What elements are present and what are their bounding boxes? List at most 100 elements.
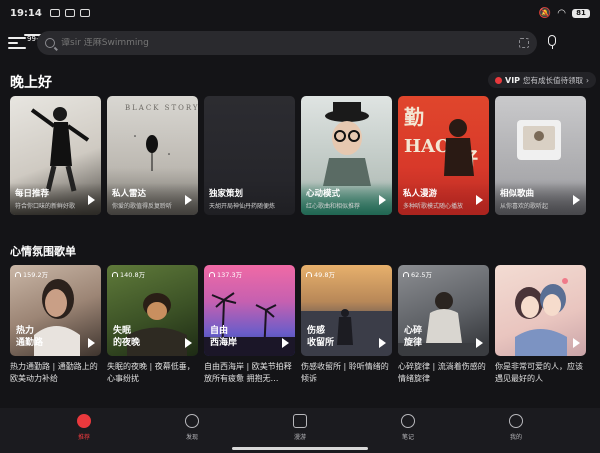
recommend-row: 每日推荐 符合你口味的新鲜好歌 BLACK STORY 私人雷达 你爱的歌值得反… xyxy=(10,96,600,215)
play-icon[interactable] xyxy=(88,338,95,348)
card-subtitle: 多种听歌模式随心播放 xyxy=(403,203,464,210)
search-icon xyxy=(45,38,55,48)
play-icon[interactable] xyxy=(379,338,386,348)
playlist-cover: 49.8万 伤感 收留所 xyxy=(301,265,392,356)
playlist-card[interactable]: 62.5万 心碎 旋律 心碎旋律 | 流淌着伤感的情绪旋律 xyxy=(398,265,489,385)
playlist-card[interactable]: 49.8万 伤感 收留所 伤感收留所 | 聆听情绪的倾诉 xyxy=(301,265,392,385)
play-count-value: 62.5万 xyxy=(411,271,432,279)
heartbeat-mode-card[interactable]: 心动模式 红心歌曲和相似推荐 xyxy=(301,96,392,215)
play-count: 140.8万 xyxy=(112,269,145,279)
play-icon[interactable] xyxy=(282,338,289,348)
card-subtitle: 天胡开局神仙丹药随便炼 xyxy=(209,203,276,210)
play-icon[interactable] xyxy=(573,338,580,348)
play-count-value: 140.8万 xyxy=(120,271,146,279)
status-notification-icons xyxy=(49,9,90,17)
headphones-icon xyxy=(15,271,21,277)
card-title: 独家策划 xyxy=(209,189,244,199)
status-bar: 19:14 🔕 ◠ 81 xyxy=(0,0,600,26)
play-count-value: 137.3万 xyxy=(217,271,243,279)
compass-icon xyxy=(185,414,199,428)
nav-label: 漫游 xyxy=(293,434,306,441)
scan-icon[interactable] xyxy=(519,38,529,48)
playlist-cover: 62.5万 心碎 旋律 xyxy=(398,265,489,356)
exclusive-curation-card[interactable]: 独家策划 天胡开局神仙丹药随便炼 xyxy=(204,96,295,215)
headphones-icon xyxy=(403,271,409,277)
card-title: 相似歌曲 xyxy=(500,189,535,199)
playlist-card[interactable]: 140.8万 失眠 的夜晚 失眠的夜晚 | 夜幕低垂，心事纷扰 xyxy=(107,265,198,385)
battery-level: 81 xyxy=(576,9,586,17)
vip-logo-icon xyxy=(495,76,502,84)
daily-recommend-card[interactable]: 每日推荐 符合你口味的新鲜好歌 xyxy=(10,96,101,215)
radio-icon xyxy=(293,414,307,428)
play-count-value: 159.2万 xyxy=(23,271,49,279)
menu-button[interactable]: 99+ xyxy=(8,34,45,52)
private-radar-card[interactable]: BLACK STORY 私人雷达 你爱的歌值得反复聆听 xyxy=(107,96,198,215)
card-subtitle: 从你喜欢的歌听起 xyxy=(500,203,549,210)
cover-label: 自由 西海岸 xyxy=(210,326,238,348)
play-count-value: 49.8万 xyxy=(314,271,335,279)
nav-notes[interactable]: 笔记 xyxy=(388,408,428,453)
playlist-description: 你是非常可爱的人，应该遇见最好的人 xyxy=(495,362,583,383)
play-icon[interactable] xyxy=(573,195,580,205)
status-time: 19:14 xyxy=(10,7,42,19)
nav-discover[interactable]: 发现 xyxy=(172,408,212,453)
top-bar: 99+ xyxy=(0,30,600,56)
netease-logo-icon xyxy=(77,414,91,428)
playlist-description: 失眠的夜晚 | 夜幕低垂，心事纷扰 xyxy=(107,362,195,383)
user-icon xyxy=(509,414,523,428)
nav-label: 发现 xyxy=(185,434,198,441)
mood-playlists-row: 159.2万 热力 通勤路 热力通勤路 | 通勤路上的欧美动力补给 140.8万… xyxy=(10,265,600,385)
play-count: 62.5万 xyxy=(403,269,432,279)
menu-icon-line xyxy=(8,37,26,39)
card-subtitle: 你爱的歌值得反复聆听 xyxy=(112,203,173,210)
mic-stem xyxy=(551,46,553,49)
vip-reward-chip[interactable]: VIP 您有成长值待领取 › xyxy=(488,72,597,88)
notification-icon xyxy=(64,9,75,17)
card-subtitle: 符合你口味的新鲜好歌 xyxy=(15,203,76,210)
mic-capsule xyxy=(548,35,556,46)
play-icon[interactable] xyxy=(185,195,192,205)
playlist-card[interactable]: 137.3万 自由 西海岸 自由西海岸 | 欧美节拍释放所有疲惫 拥抱无… xyxy=(204,265,295,385)
play-count: 49.8万 xyxy=(306,269,335,279)
playlist-card[interactable]: 你是非常可爱的人，应该遇见最好的人 xyxy=(495,265,586,385)
svg-text:BLACK STORY: BLACK STORY xyxy=(125,104,198,112)
search-input[interactable] xyxy=(61,38,519,48)
cover-label: 心碎 旋律 xyxy=(404,326,423,348)
svg-text:勤: 勤 xyxy=(404,105,424,129)
nav-mine[interactable]: 我的 xyxy=(496,408,536,453)
menu-icon-line xyxy=(8,47,26,49)
battery-icon: 81 xyxy=(572,8,590,18)
card-title: 私人漫游 xyxy=(403,189,438,199)
cover-label: 失眠 的夜晚 xyxy=(113,326,141,348)
play-icon[interactable] xyxy=(476,195,483,205)
playlist-description: 伤感收留所 | 聆听情绪的倾诉 xyxy=(301,362,389,383)
card-title: 每日推荐 xyxy=(15,189,50,199)
svg-text:HAO: HAO xyxy=(404,136,451,157)
playlist-card[interactable]: 159.2万 热力 通勤路 热力通勤路 | 通勤路上的欧美动力补给 xyxy=(10,265,101,385)
greeting-heading: 晚上好 xyxy=(10,75,52,91)
private-roaming-card[interactable]: 勤 HAO 好 私人漫游 多种听歌模式随心播放 xyxy=(398,96,489,215)
play-icon[interactable] xyxy=(379,195,386,205)
home-indicator[interactable] xyxy=(232,447,368,450)
play-icon[interactable] xyxy=(185,338,192,348)
mood-playlists-heading: 心情氛围歌单 xyxy=(10,245,76,258)
card-caption: 独家策划 天胡开局神仙丹药随便炼 xyxy=(204,183,295,215)
vip-message: 您有成长值待领取 xyxy=(523,75,584,85)
nav-recommend[interactable]: 推荐 xyxy=(64,408,104,453)
headphones-icon xyxy=(209,271,215,277)
cover-label: 伤感 收留所 xyxy=(307,326,335,348)
playlist-cover: 159.2万 热力 通勤路 xyxy=(10,265,101,356)
card-title: 私人雷达 xyxy=(112,189,147,199)
notification-icon xyxy=(79,9,90,17)
play-icon[interactable] xyxy=(88,195,95,205)
playlist-description: 热力通勤路 | 通勤路上的欧美动力补给 xyxy=(10,362,98,383)
menu-icon-line xyxy=(8,42,18,44)
chevron-right-icon: › xyxy=(586,75,590,85)
microphone-icon[interactable] xyxy=(547,35,557,49)
vip-label: VIP xyxy=(505,75,521,85)
play-count: 159.2万 xyxy=(15,269,48,279)
headphones-icon xyxy=(112,271,118,277)
play-icon[interactable] xyxy=(476,338,483,348)
similar-songs-card[interactable]: 相似歌曲 从你喜欢的歌听起 xyxy=(495,96,586,215)
search-bar[interactable] xyxy=(37,31,537,55)
